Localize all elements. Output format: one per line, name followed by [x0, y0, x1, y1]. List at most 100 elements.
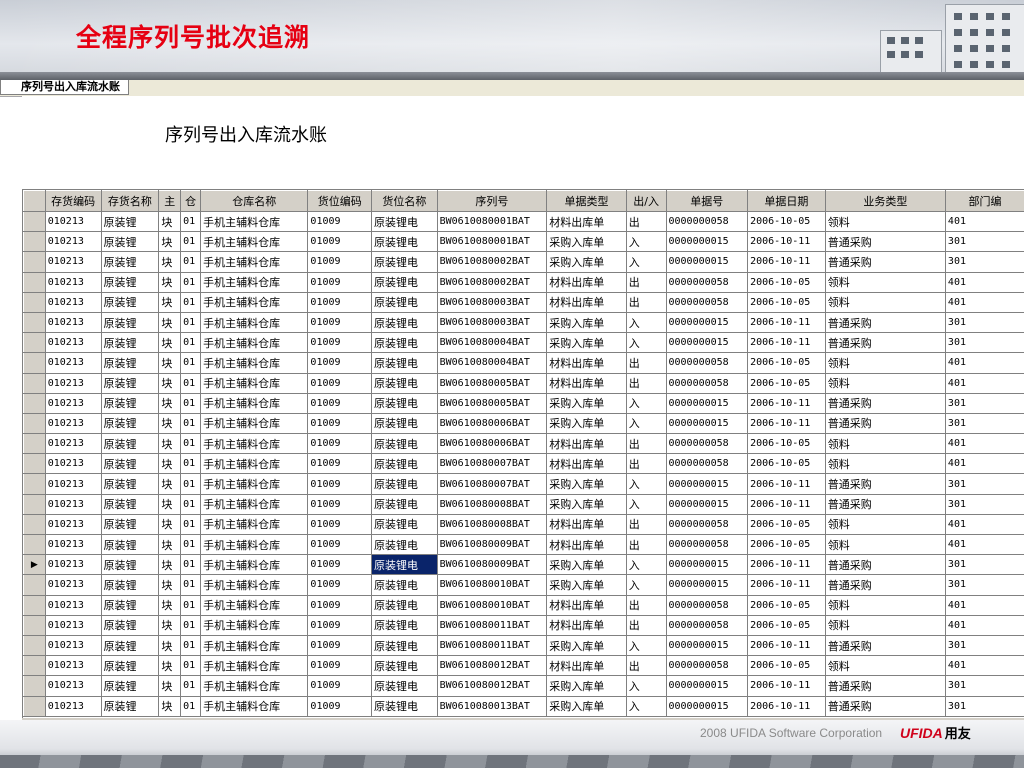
column-header[interactable]: 仓库名称 — [200, 190, 309, 212]
table-cell[interactable]: 原装锂电 — [371, 533, 438, 556]
table-cell[interactable]: 010213 — [44, 695, 102, 717]
table-cell[interactable]: 手机主辅料仓库 — [200, 251, 309, 273]
table-cell[interactable]: 301 — [944, 311, 1024, 334]
table-cell[interactable]: 原装锂 — [100, 594, 160, 616]
table-cell[interactable]: 原装锂电 — [371, 433, 438, 455]
table-cell[interactable]: 原装锂 — [100, 291, 160, 313]
table-row[interactable]: 010213 原装锂块 01 手机主辅料仓库 01009 原装锂电 BW0610080009… — [23, 533, 1024, 556]
table-cell[interactable]: 原装锂 — [100, 473, 160, 495]
table-cell[interactable]: 01 — [180, 291, 202, 313]
table-cell[interactable]: 材料出库单 — [546, 291, 627, 313]
table-cell[interactable]: 401 — [944, 433, 1024, 455]
row-indicator[interactable] — [23, 695, 46, 717]
table-cell[interactable]: 010213 — [44, 513, 102, 536]
table-cell[interactable]: 301 — [944, 231, 1024, 253]
table-cell[interactable]: 0000000015 — [665, 231, 749, 253]
table-cell[interactable]: 01009 — [307, 655, 373, 677]
table-cell[interactable]: 采购入库单 — [546, 311, 627, 334]
table-cell[interactable]: 手机主辅料仓库 — [200, 372, 309, 394]
table-cell[interactable]: BW0610080004BAT — [436, 352, 548, 374]
table-cell[interactable]: 手机主辅料仓库 — [200, 352, 309, 374]
table-cell[interactable]: 手机主辅料仓库 — [200, 493, 309, 515]
row-indicator[interactable] — [23, 513, 46, 536]
table-cell[interactable]: 010213 — [44, 251, 102, 273]
table-cell[interactable]: 普通采购 — [824, 695, 946, 717]
table-cell[interactable]: 采购入库单 — [546, 251, 627, 273]
table-cell[interactable]: 原装锂 — [100, 655, 160, 677]
table-cell[interactable]: 2006-10-05 — [747, 372, 826, 394]
table-cell[interactable]: 原装锂 — [100, 251, 160, 273]
column-header[interactable]: 主 — [158, 190, 182, 212]
table-cell[interactable]: 2006-10-11 — [747, 231, 826, 253]
table-cell[interactable]: BW0610080004BAT — [436, 332, 548, 354]
table-cell[interactable]: 301 — [944, 251, 1024, 273]
table-cell[interactable]: BW0610080010BAT — [436, 594, 548, 616]
table-row[interactable]: ▶ 010213 原装锂块 01 手机主辅料仓库 01009 原装锂电 BW061008000… — [23, 554, 1024, 576]
table-cell[interactable]: BW0610080002BAT — [436, 251, 548, 273]
column-header[interactable]: 业务类型 — [824, 190, 946, 212]
row-indicator[interactable] — [23, 453, 46, 475]
table-cell[interactable]: 0000000015 — [665, 473, 749, 495]
table-cell[interactable]: 手机主辅料仓库 — [200, 574, 309, 596]
row-indicator[interactable] — [23, 352, 46, 374]
table-cell[interactable]: 010213 — [44, 473, 102, 495]
column-header[interactable]: 单据号 — [665, 190, 749, 212]
table-cell[interactable]: 原装锂电 — [371, 594, 438, 616]
table-cell[interactable]: 材料出库单 — [546, 513, 627, 536]
table-cell[interactable]: 出 — [625, 453, 667, 475]
table-cell[interactable]: 401 — [944, 453, 1024, 475]
table-cell[interactable]: 原装锂电 — [371, 695, 438, 717]
table-cell[interactable]: 01009 — [307, 675, 373, 697]
table-cell[interactable]: 2006-10-05 — [747, 513, 826, 536]
table-cell[interactable]: 出 — [625, 291, 667, 313]
table-cell[interactable]: 原装锂电 — [371, 210, 438, 233]
table-cell[interactable]: 普通采购 — [824, 332, 946, 354]
table-cell[interactable]: 0000000015 — [665, 251, 749, 273]
table-cell[interactable]: 01 — [180, 675, 202, 697]
table-cell[interactable]: 0000000015 — [665, 574, 749, 596]
table-cell[interactable]: 采购入库单 — [546, 634, 627, 657]
row-indicator[interactable] — [23, 231, 46, 253]
table-cell[interactable]: 401 — [944, 210, 1024, 233]
table-cell[interactable]: 01009 — [307, 695, 373, 717]
row-indicator[interactable] — [23, 433, 46, 455]
table-cell[interactable]: 块 — [158, 554, 182, 576]
table-row[interactable]: 010213 原装锂块 01 手机主辅料仓库 01009 原装锂电 BW0610080004… — [23, 332, 1024, 354]
table-cell[interactable]: 01009 — [307, 352, 373, 374]
table-cell[interactable]: 块 — [158, 574, 182, 596]
row-indicator[interactable] — [23, 614, 46, 636]
table-cell[interactable]: 01 — [180, 372, 202, 394]
table-cell[interactable]: 入 — [625, 231, 667, 253]
table-cell[interactable]: 01009 — [307, 231, 373, 253]
table-cell[interactable]: 入 — [625, 251, 667, 273]
table-cell[interactable]: 01 — [180, 332, 202, 354]
table-cell[interactable]: 原装锂电 — [371, 634, 438, 657]
table-cell[interactable]: 材料出库单 — [546, 352, 627, 374]
table-cell[interactable]: 2006-10-11 — [747, 574, 826, 596]
table-cell[interactable]: BW0610080002BAT — [436, 271, 548, 293]
table-cell[interactable]: 块 — [158, 210, 182, 233]
table-cell[interactable]: BW0610080006BAT — [436, 433, 548, 455]
table-cell[interactable]: 原装锂 — [100, 332, 160, 354]
table-cell[interactable]: 出 — [625, 352, 667, 374]
table-cell[interactable]: 块 — [158, 473, 182, 495]
table-cell[interactable]: 01 — [180, 614, 202, 636]
table-cell[interactable]: 010213 — [44, 453, 102, 475]
row-indicator[interactable] — [23, 675, 46, 697]
table-cell[interactable]: 领料 — [824, 271, 946, 293]
table-cell[interactable]: 采购入库单 — [546, 412, 627, 435]
table-cell[interactable]: 01 — [180, 554, 202, 576]
table-cell[interactable]: 块 — [158, 231, 182, 253]
table-row[interactable]: 010213 原装锂块 01 手机主辅料仓库 01009 原装锂电 BW0610080010… — [23, 574, 1024, 596]
column-header[interactable]: 存货名称 — [100, 190, 160, 212]
table-cell[interactable]: 原装锂电 — [371, 655, 438, 677]
table-cell[interactable]: 01009 — [307, 453, 373, 475]
table-cell[interactable]: 2006-10-11 — [747, 473, 826, 495]
table-cell[interactable]: 手机主辅料仓库 — [200, 614, 309, 636]
table-cell[interactable]: 010213 — [44, 332, 102, 354]
table-cell[interactable]: 01 — [180, 251, 202, 273]
table-cell[interactable]: 2006-10-11 — [747, 251, 826, 273]
table-cell[interactable]: 普通采购 — [824, 251, 946, 273]
table-cell[interactable]: 301 — [944, 554, 1024, 576]
column-header[interactable]: 序列号 — [436, 190, 548, 212]
